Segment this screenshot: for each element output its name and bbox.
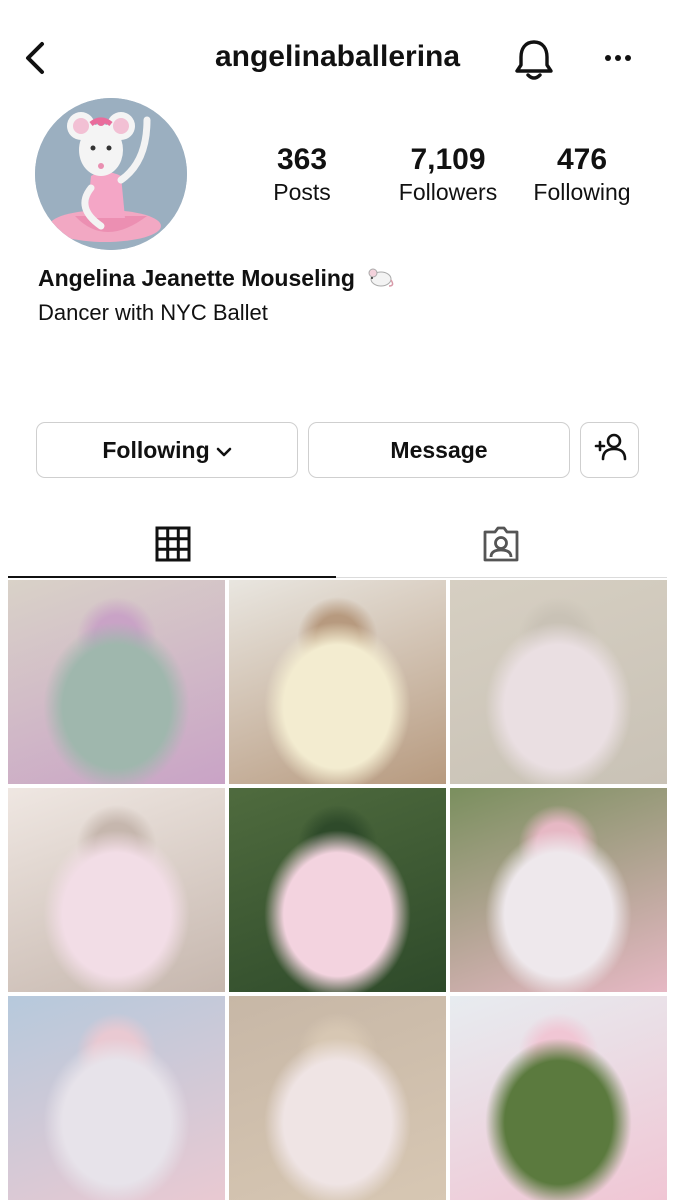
following-button-label: Following	[102, 436, 210, 463]
following-count: 476	[556, 143, 608, 176]
followers-stat[interactable]: 7,109 Followers	[378, 142, 518, 206]
full-name: Angelina Jeanette Mouseling	[38, 265, 395, 294]
suggest-users-button[interactable]	[580, 422, 639, 478]
grid-icon	[155, 526, 191, 567]
message-button-label: Message	[390, 436, 488, 463]
bell-icon[interactable]	[512, 36, 556, 82]
posts-grid	[8, 580, 667, 1200]
add-user-icon	[593, 432, 627, 468]
posts-label: Posts	[273, 179, 331, 205]
tab-tagged[interactable]	[336, 515, 666, 577]
followers-label: Followers	[398, 179, 498, 205]
post-thumbnail[interactable]	[450, 580, 667, 784]
post-thumbnail[interactable]	[450, 996, 667, 1200]
post-thumbnail[interactable]	[229, 996, 446, 1200]
post-thumbnail[interactable]	[8, 996, 225, 1200]
followers-count: 7,109	[410, 143, 486, 176]
chevron-down-icon	[216, 437, 232, 464]
active-tab-indicator	[8, 576, 336, 578]
posts-count: 363	[276, 143, 328, 176]
more-options-icon[interactable]	[600, 44, 636, 72]
posts-stat[interactable]: 363 Posts	[232, 142, 372, 206]
full-name-text: Angelina Jeanette Mouseling	[38, 265, 355, 291]
post-thumbnail[interactable]	[450, 788, 667, 992]
bio-text: Dancer with NYC Ballet	[38, 300, 268, 325]
following-button[interactable]: Following	[36, 422, 298, 478]
post-thumbnail[interactable]	[229, 788, 446, 992]
tagged-icon	[481, 524, 521, 569]
post-thumbnail[interactable]	[229, 580, 446, 784]
mouse-icon	[367, 266, 395, 294]
following-label: Following	[533, 179, 631, 205]
tab-posts-grid[interactable]	[8, 515, 338, 577]
post-thumbnail[interactable]	[8, 788, 225, 992]
avatar[interactable]	[35, 98, 187, 250]
post-thumbnail[interactable]	[8, 580, 225, 784]
username-title: angelinaballerina	[214, 40, 461, 73]
following-stat[interactable]: 476 Following	[512, 142, 652, 206]
message-button[interactable]: Message	[308, 422, 570, 478]
